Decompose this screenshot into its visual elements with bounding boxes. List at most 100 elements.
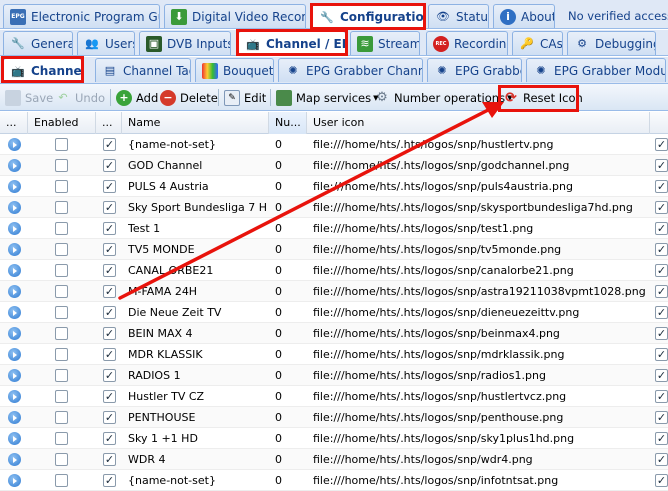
play-icon[interactable] [8, 264, 21, 277]
tab-epg-grabber[interactable]: ✺ EPG Grabber [427, 58, 522, 82]
row-select-checkbox[interactable]: ✓ [103, 432, 116, 445]
row-select-checkbox[interactable]: ✓ [103, 285, 116, 298]
extra-checkbox[interactable]: ✓ [655, 138, 668, 151]
column-header-name[interactable]: Name [122, 112, 269, 134]
play-icon[interactable] [8, 180, 21, 193]
enabled-checkbox[interactable] [55, 180, 68, 193]
enabled-checkbox[interactable] [55, 159, 68, 172]
play-icon[interactable] [8, 369, 21, 382]
tab-cas[interactable]: 🔑 CAs [512, 31, 563, 55]
extra-checkbox[interactable]: ✓ [655, 390, 668, 403]
enabled-checkbox[interactable] [55, 222, 68, 235]
row-select-checkbox[interactable]: ✓ [103, 390, 116, 403]
row-select-checkbox[interactable]: ✓ [103, 411, 116, 424]
row-select-checkbox[interactable]: ✓ [103, 306, 116, 319]
extra-checkbox[interactable]: ✓ [655, 201, 668, 214]
table-row[interactable]: ✓ Sky 1 +1 HD 0 file:///home/hts/.hts/logos… [0, 428, 668, 449]
row-select-checkbox[interactable]: ✓ [103, 222, 116, 235]
enabled-checkbox[interactable] [55, 243, 68, 256]
column-header-enabled[interactable]: Enabled [28, 112, 96, 134]
column-header-extra[interactable] [650, 112, 668, 134]
save-button[interactable]: Save [5, 87, 53, 108]
row-select-checkbox[interactable]: ✓ [103, 159, 116, 172]
table-row[interactable]: ✓ M-FAMA 24H 0 file:///home/hts/.hts/logos/… [0, 281, 668, 302]
tab-epg-grabber-channels[interactable]: ✺ EPG Grabber Channels [278, 58, 423, 82]
extra-checkbox[interactable]: ✓ [655, 327, 668, 340]
tab-general[interactable]: 🔧 General [3, 31, 73, 55]
undo-button[interactable]: ↶ Undo [55, 87, 105, 108]
row-select-checkbox[interactable]: ✓ [103, 369, 116, 382]
edit-button[interactable]: ✎ Edit [224, 87, 266, 108]
row-select-checkbox[interactable]: ✓ [103, 453, 116, 466]
column-header-more[interactable]: ... [96, 112, 122, 134]
extra-checkbox[interactable]: ✓ [655, 243, 668, 256]
tab-bouquets[interactable]: ▦ Bouquets [195, 58, 274, 82]
play-icon[interactable] [8, 306, 21, 319]
play-icon[interactable] [8, 327, 21, 340]
table-row[interactable]: ✓ GOD Channel 0 file:///home/hts/.hts/logos… [0, 155, 668, 176]
add-button[interactable]: + Add [116, 87, 158, 108]
enabled-checkbox[interactable] [55, 138, 68, 151]
row-select-checkbox[interactable]: ✓ [103, 180, 116, 193]
extra-checkbox[interactable]: ✓ [655, 264, 668, 277]
row-select-checkbox[interactable]: ✓ [103, 201, 116, 214]
extra-checkbox[interactable]: ✓ [655, 285, 668, 298]
enabled-checkbox[interactable] [55, 453, 68, 466]
row-select-checkbox[interactable]: ✓ [103, 264, 116, 277]
extra-checkbox[interactable]: ✓ [655, 159, 668, 172]
play-icon[interactable] [8, 201, 21, 214]
reset-icon-button[interactable]: ⟳ Reset Icon [503, 87, 583, 108]
tab-electronic-program-guide[interactable]: EPG Electronic Program Guide [3, 4, 160, 28]
enabled-checkbox[interactable] [55, 327, 68, 340]
play-icon[interactable] [8, 453, 21, 466]
row-select-checkbox[interactable]: ✓ [103, 243, 116, 256]
row-select-checkbox[interactable]: ✓ [103, 474, 116, 487]
table-row[interactable]: ✓ Sky Sport Bundesliga 7 HD 0 file:///home/… [0, 197, 668, 218]
play-icon[interactable] [8, 159, 21, 172]
delete-button[interactable]: − Delete [160, 87, 218, 108]
play-icon[interactable] [8, 243, 21, 256]
table-row[interactable]: ✓ {name-not-set} 0 file:///home/hts/.hts/lo… [0, 470, 668, 491]
play-icon[interactable] [8, 348, 21, 361]
row-select-checkbox[interactable]: ✓ [103, 327, 116, 340]
enabled-checkbox[interactable] [55, 411, 68, 424]
extra-checkbox[interactable]: ✓ [655, 306, 668, 319]
tab-debugging[interactable]: ⚙ Debugging [567, 31, 656, 55]
extra-checkbox[interactable]: ✓ [655, 222, 668, 235]
row-select-checkbox[interactable]: ✓ [103, 138, 116, 151]
extra-checkbox[interactable]: ✓ [655, 474, 668, 487]
play-icon[interactable] [8, 222, 21, 235]
enabled-checkbox[interactable] [55, 285, 68, 298]
enabled-checkbox[interactable] [55, 432, 68, 445]
tab-recording[interactable]: REC Recording [426, 31, 508, 55]
table-row[interactable]: ✓ {name-not-set} 0 file:///home/hts/.hts/lo… [0, 134, 668, 155]
play-icon[interactable] [8, 285, 21, 298]
enabled-checkbox[interactable] [55, 474, 68, 487]
enabled-checkbox[interactable] [55, 390, 68, 403]
column-header-number[interactable]: Nu... [269, 112, 307, 134]
play-icon[interactable] [8, 474, 21, 487]
table-row[interactable]: ✓ Test 1 0 file:///home/hts/.hts/logos/snp/… [0, 218, 668, 239]
enabled-checkbox[interactable] [55, 264, 68, 277]
extra-checkbox[interactable]: ✓ [655, 432, 668, 445]
table-row[interactable]: ✓ MDR KLASSIK 0 file:///home/hts/.hts/logos… [0, 344, 668, 365]
extra-checkbox[interactable]: ✓ [655, 453, 668, 466]
tab-stream[interactable]: ≋ Stream [350, 31, 420, 55]
tab-channels[interactable]: 📺 Channels [3, 58, 82, 83]
play-icon[interactable] [8, 138, 21, 151]
enabled-checkbox[interactable] [55, 348, 68, 361]
enabled-checkbox[interactable] [55, 201, 68, 214]
tab-status[interactable]: 👁 Status [428, 4, 489, 28]
table-row[interactable]: ✓ WDR 4 0 file:///home/hts/.hts/logos/snp/w… [0, 449, 668, 470]
table-row[interactable]: ✓ TV5 MONDE 0 file:///home/hts/.hts/logos/s… [0, 239, 668, 260]
tab-digital-video-recorder[interactable]: ⬇ Digital Video Recorder [164, 4, 306, 28]
enabled-checkbox[interactable] [55, 369, 68, 382]
extra-checkbox[interactable]: ✓ [655, 411, 668, 424]
play-icon[interactable] [8, 390, 21, 403]
column-header-expand[interactable]: ... [0, 112, 28, 134]
extra-checkbox[interactable]: ✓ [655, 369, 668, 382]
table-row[interactable]: ✓ PULS 4 Austria 0 file:///home/hts/.hts/lo… [0, 176, 668, 197]
map-services-button[interactable]: Map services ▼ [276, 87, 379, 108]
table-row[interactable]: ✓ PENTHOUSE 0 file:///home/hts/.hts/logos/s… [0, 407, 668, 428]
tab-about[interactable]: i About [493, 4, 555, 28]
